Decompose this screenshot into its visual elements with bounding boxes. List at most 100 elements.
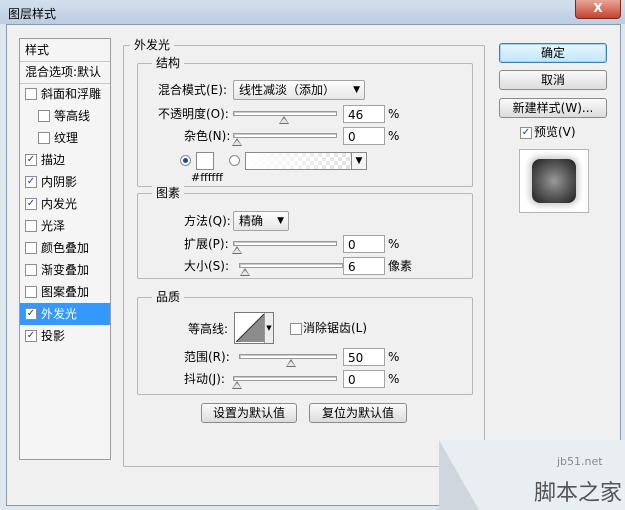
sidebar-item-checkbox[interactable]: [25, 87, 37, 100]
noise-label: 杂色(N):: [184, 129, 231, 143]
sidebar-item[interactable]: 斜面和浮雕: [20, 83, 110, 105]
sidebar-item-label: 图案叠加: [41, 285, 90, 299]
spread-unit: %: [388, 237, 400, 251]
opacity-input[interactable]: 46: [343, 105, 385, 123]
sidebar-item-label: 内阴影: [41, 175, 78, 189]
sidebar-item-label: 渐变叠加: [41, 263, 90, 277]
spread-input[interactable]: 0: [343, 235, 385, 253]
color-swatch[interactable]: [196, 152, 214, 170]
title-bar: 图层样式 X: [0, 0, 625, 24]
sidebar-item-checkbox[interactable]: [25, 307, 37, 320]
new-style-button[interactable]: 新建样式(W)...: [499, 98, 607, 118]
sidebar-item-label: 内发光: [41, 197, 78, 211]
gradient-picker[interactable]: [245, 152, 353, 170]
sidebar-item-checkbox[interactable]: [25, 175, 37, 188]
size-unit: 像素: [388, 259, 413, 273]
watermark: jb51.net 脚本之家: [439, 440, 625, 510]
opacity-unit: %: [388, 107, 400, 121]
size-slider-thumb[interactable]: [240, 268, 251, 276]
close-button[interactable]: X: [575, 0, 621, 19]
chevron-down-icon[interactable]: ▼: [351, 152, 367, 170]
sidebar-item-checkbox[interactable]: [25, 219, 37, 232]
size-input[interactable]: 6: [343, 257, 385, 275]
jitter-input[interactable]: 0: [343, 370, 385, 388]
chevron-down-icon: ▼: [264, 313, 273, 343]
preview-thumbnail: [532, 159, 576, 203]
sidebar-item[interactable]: 外发光: [20, 303, 110, 325]
window-title: 图层样式: [8, 7, 57, 21]
styles-list: 样式 混合选项:默认斜面和浮雕等高线纹理描边内阴影内发光光泽颜色叠加渐变叠加图案…: [19, 38, 111, 460]
size-label: 大小(S):: [184, 259, 230, 273]
sidebar-item[interactable]: 等高线: [20, 105, 110, 127]
sidebar-item-checkbox[interactable]: [25, 241, 37, 254]
chevron-down-icon: ▼: [353, 85, 360, 95]
opacity-label: 不透明度(O):: [158, 107, 229, 121]
range-slider-thumb[interactable]: [286, 359, 296, 367]
sidebar-item-label: 颜色叠加: [41, 241, 90, 255]
spread-slider-thumb[interactable]: [232, 246, 242, 254]
make-default-button[interactable]: 设置为默认值: [201, 403, 297, 423]
sidebar-item-checkbox[interactable]: [25, 153, 37, 166]
spread-slider[interactable]: [233, 241, 337, 246]
sidebar-item-label: 投影: [41, 329, 66, 343]
range-input[interactable]: 50: [343, 348, 385, 366]
jitter-slider[interactable]: [233, 376, 337, 381]
sidebar-item-checkbox[interactable]: [25, 329, 37, 342]
sidebar-item[interactable]: 投影: [20, 325, 110, 347]
contour-picker[interactable]: ▼: [234, 312, 274, 344]
cancel-button[interactable]: 取消: [499, 70, 607, 90]
sidebar-item-checkbox[interactable]: [25, 285, 37, 298]
gradient-radio[interactable]: [229, 155, 240, 166]
sidebar-item[interactable]: 颜色叠加: [20, 237, 110, 259]
panel-title: 外发光: [130, 38, 175, 52]
watermark-site: jb51.net: [557, 455, 603, 468]
size-slider[interactable]: [239, 263, 343, 268]
sidebar-item[interactable]: 内发光: [20, 193, 110, 215]
method-select[interactable]: 精确 ▼: [233, 211, 289, 231]
watermark-brand: 脚本之家: [534, 481, 623, 506]
sidebar-item[interactable]: 纹理: [20, 127, 110, 149]
noise-unit: %: [388, 129, 400, 143]
opacity-slider-thumb[interactable]: [278, 116, 289, 124]
sidebar-item[interactable]: 描边: [20, 149, 110, 171]
sidebar-item-label: 等高线: [54, 109, 91, 123]
sidebar-item-checkbox[interactable]: [38, 131, 50, 144]
jitter-slider-thumb[interactable]: [232, 381, 242, 389]
sidebar-item-checkbox[interactable]: [38, 109, 50, 122]
styles-header[interactable]: 样式: [20, 39, 110, 62]
noise-input[interactable]: 0: [343, 127, 385, 145]
noise-slider[interactable]: [233, 133, 337, 138]
ok-button[interactable]: 确定: [499, 43, 607, 63]
preview-swatch: [519, 149, 589, 213]
solid-color-radio[interactable]: [180, 155, 191, 166]
antialias-checkbox-box: [290, 322, 302, 335]
preview-label: 预览(V): [534, 125, 576, 139]
sidebar-item-label: 外发光: [41, 307, 78, 321]
sidebar-item[interactable]: 光泽: [20, 215, 110, 237]
contour-label: 等高线:: [188, 322, 229, 336]
blend-mode-select[interactable]: 线性减淡（添加） ▼: [233, 80, 365, 100]
sidebar-item[interactable]: 混合选项:默认: [20, 61, 110, 84]
sidebar-item-label: 描边: [41, 153, 66, 167]
sidebar-item-checkbox[interactable]: [25, 263, 37, 276]
sidebar-item[interactable]: 渐变叠加: [20, 259, 110, 281]
blend-mode-label: 混合模式(E):: [158, 83, 227, 97]
method-label: 方法(Q):: [184, 214, 231, 228]
gradient-fill: [246, 153, 352, 169]
sidebar-item-label: 混合选项:默认: [25, 65, 102, 79]
antialias-label: 消除锯齿(L): [303, 321, 368, 335]
elements-title: 图素: [152, 186, 185, 200]
sidebar-item-checkbox[interactable]: [25, 197, 37, 210]
range-label: 范围(R):: [184, 350, 230, 364]
sidebar-item[interactable]: 图案叠加: [20, 281, 110, 303]
range-unit: %: [388, 350, 400, 364]
blend-mode-value: 线性减淡（添加）: [239, 83, 336, 97]
sidebar-item[interactable]: 内阴影: [20, 171, 110, 193]
sidebar-item-label: 光泽: [41, 219, 66, 233]
jitter-label: 抖动(J):: [184, 372, 225, 386]
reset-default-button[interactable]: 复位为默认值: [309, 403, 407, 423]
noise-slider-thumb[interactable]: [232, 138, 242, 146]
spread-label: 扩展(P):: [184, 237, 229, 251]
quality-title: 品质: [152, 290, 185, 304]
layer-style-dialog: 样式 混合选项:默认斜面和浮雕等高线纹理描边内阴影内发光光泽颜色叠加渐变叠加图案…: [6, 24, 621, 506]
